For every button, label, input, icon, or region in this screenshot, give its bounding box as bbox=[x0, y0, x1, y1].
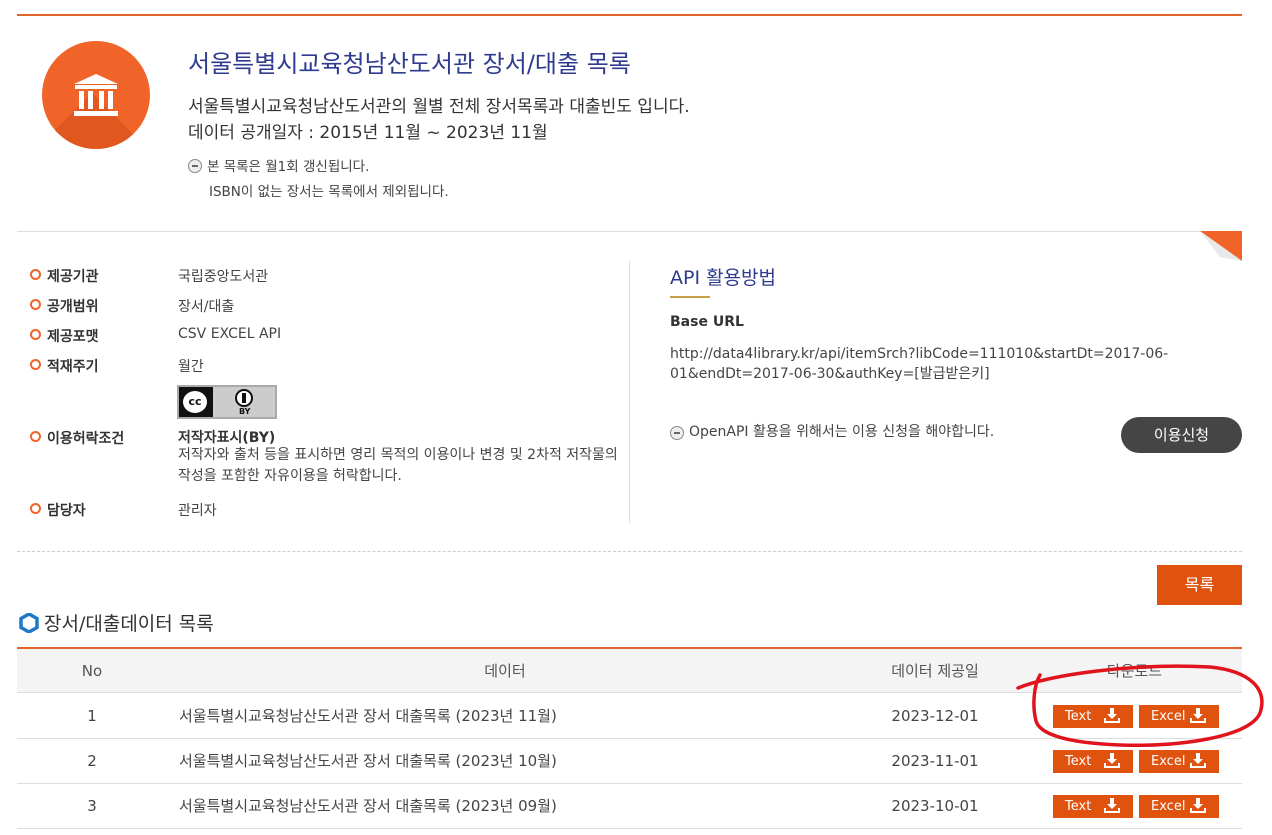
col-no: No bbox=[81, 662, 103, 680]
bullet-icon bbox=[30, 503, 41, 514]
scope-value: 장서/대출 bbox=[178, 299, 235, 315]
row-date: 2023-12-01 bbox=[891, 707, 979, 725]
apply-button[interactable]: 이용신청 bbox=[1121, 417, 1242, 453]
attribution-person-icon bbox=[235, 389, 253, 407]
arrow-circle-icon bbox=[670, 426, 684, 440]
row-no: 1 bbox=[87, 707, 97, 725]
list-button[interactable]: 목록 bbox=[1157, 565, 1242, 605]
license-text: 저작자와 출처 등을 표시하면 영리 목적의 이용이나 변경 및 2차적 저작물… bbox=[178, 447, 618, 484]
red-circle-annotation bbox=[1016, 664, 1264, 747]
cycle-label: 적재주기 bbox=[47, 359, 99, 375]
top-rule bbox=[17, 14, 1242, 16]
dataset-period: 데이터 공개일자 : 2015년 11월 ~ 2023년 11월 bbox=[188, 123, 548, 143]
section-title: 장서/대출데이터 목록 bbox=[44, 613, 214, 635]
page-corner-fold-icon bbox=[1200, 231, 1242, 261]
row-data: 서울특별시교육청남산도서관 장서 대출목록 (2023년 10월) bbox=[179, 752, 557, 770]
hexagon-icon bbox=[19, 613, 39, 633]
cc-mark: cc bbox=[181, 389, 209, 415]
text-download-label: Text bbox=[1065, 754, 1092, 769]
col-data: 데이터 bbox=[484, 662, 526, 680]
download-icon bbox=[1190, 798, 1206, 813]
manager-label: 담당자 bbox=[47, 503, 86, 519]
excel-download-label: Excel bbox=[1151, 754, 1186, 769]
excel-download-label: Excel bbox=[1151, 799, 1186, 814]
isbn-note: ISBN이 없는 장서는 목록에서 제외됩니다. bbox=[209, 184, 449, 200]
download-icon bbox=[1104, 798, 1120, 813]
col-date: 데이터 제공일 bbox=[891, 662, 979, 680]
manager-value: 관리자 bbox=[178, 503, 217, 519]
table-row: 3 서울특별시교육청남산도서관 장서 대출목록 (2023년 09월) 2023… bbox=[17, 784, 1242, 829]
bullet-icon bbox=[30, 431, 41, 442]
bullet-icon bbox=[30, 269, 41, 280]
divider bbox=[17, 231, 1242, 232]
format-value: CSV EXCEL API bbox=[178, 326, 282, 342]
dashed-divider bbox=[17, 551, 1242, 552]
openapi-note: OpenAPI 활용을 위해서는 이용 신청을 해야합니다. bbox=[689, 424, 995, 440]
row-date: 2023-10-01 bbox=[891, 797, 979, 815]
provider-label: 제공기관 bbox=[47, 269, 99, 285]
cycle-value: 월간 bbox=[178, 359, 204, 375]
library-building-icon bbox=[42, 41, 150, 149]
bullet-icon bbox=[30, 329, 41, 340]
bullet-icon bbox=[30, 359, 41, 370]
download-icon bbox=[1190, 753, 1206, 768]
text-download-button[interactable]: Text bbox=[1053, 795, 1133, 818]
provider-value: 국립중앙도서관 bbox=[178, 269, 269, 285]
vertical-divider bbox=[629, 261, 630, 523]
page-title: 서울특별시교육청남산도서관 장서/대출 목록 bbox=[188, 50, 631, 78]
download-icon bbox=[1104, 753, 1120, 768]
row-no: 3 bbox=[87, 797, 97, 815]
dataset-description: 서울특별시교육청남산도서관의 월별 전체 장서목록과 대출빈도 입니다. bbox=[188, 97, 690, 117]
row-data: 서울특별시교육청남산도서관 장서 대출목록 (2023년 09월) bbox=[179, 797, 557, 815]
by-mark: BY bbox=[239, 407, 251, 416]
arrow-circle-icon bbox=[188, 159, 202, 173]
scope-label: 공개범위 bbox=[47, 299, 99, 315]
excel-download-button[interactable]: Excel bbox=[1139, 795, 1219, 818]
license-label: 이용허락조건 bbox=[47, 431, 125, 447]
text-download-label: Text bbox=[1065, 799, 1092, 814]
row-no: 2 bbox=[87, 752, 97, 770]
license-title: 저작자표시(BY) bbox=[178, 430, 276, 446]
row-data: 서울특별시교육청남산도서관 장서 대출목록 (2023년 11월) bbox=[179, 707, 557, 725]
cc-by-license-badge: cc BY bbox=[177, 385, 277, 419]
bullet-icon bbox=[30, 299, 41, 310]
format-label: 제공포맷 bbox=[47, 329, 99, 345]
update-note: 본 목록은 월1회 갱신됩니다. bbox=[207, 159, 370, 175]
api-title: API 활용방법 bbox=[670, 267, 777, 289]
base-url-label: Base URL bbox=[670, 314, 744, 330]
base-url: http://data4library.kr/api/itemSrch?libC… bbox=[670, 346, 1169, 382]
row-date: 2023-11-01 bbox=[891, 752, 979, 770]
api-title-underline bbox=[670, 296, 710, 298]
